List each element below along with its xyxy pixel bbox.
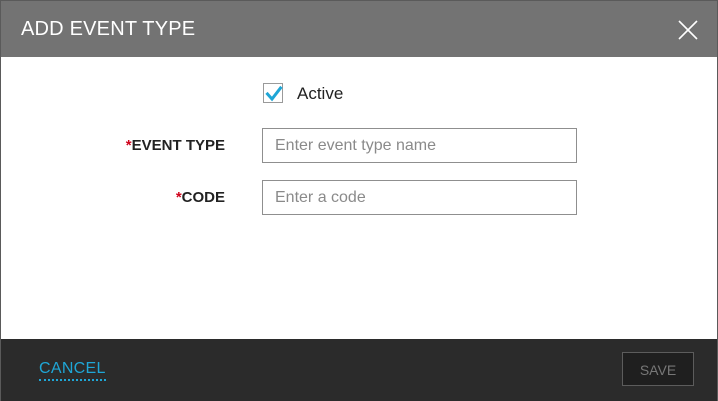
active-checkbox[interactable] [263,83,283,103]
cancel-button[interactable]: CANCEL [39,360,106,381]
event-type-label: *EVENT TYPE [1,137,225,154]
dialog-title: ADD EVENT TYPE [21,18,196,40]
code-label-text: CODE [181,189,225,206]
checkmark-icon [265,85,283,102]
dialog-header: ADD EVENT TYPE [1,1,717,57]
save-button[interactable]: SAVE [622,352,694,386]
dialog-footer: CANCEL SAVE [1,339,717,401]
code-label: *CODE [1,189,225,206]
add-event-type-dialog: ADD EVENT TYPE Active *EVENT TYPE *CODE … [0,0,718,401]
event-type-input[interactable] [262,128,577,163]
dialog-body: Active *EVENT TYPE *CODE [1,57,717,339]
event-type-label-text: EVENT TYPE [131,137,225,154]
code-input[interactable] [262,180,577,215]
active-label: Active [297,84,344,103]
close-icon[interactable] [677,19,699,41]
